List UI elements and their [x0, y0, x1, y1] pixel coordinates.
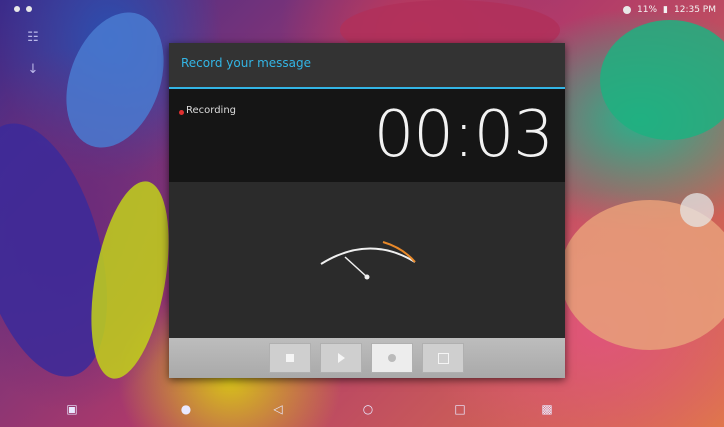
level-meter-panel [169, 182, 565, 338]
record-button[interactable] [371, 343, 413, 373]
record-message-dialog: Record your message Recording 00:03 [169, 43, 565, 378]
record-icon [388, 354, 396, 362]
notification-icons [14, 6, 32, 12]
navigation-bar: ▣ ● ◁ ○ □ ▩ [0, 393, 724, 427]
play-button[interactable] [320, 343, 362, 373]
list-icon [437, 352, 449, 364]
wallpaper-petal [48, 0, 182, 162]
volume-down-icon[interactable]: ● [178, 401, 194, 417]
notification-icon [26, 6, 32, 12]
desktop-widget-icon[interactable]: ☷ [26, 30, 40, 46]
wallpaper-petal [600, 20, 724, 140]
back-icon[interactable]: ◁ [270, 401, 286, 417]
dialog-title: Record your message [181, 56, 312, 70]
notification-icon [14, 6, 20, 12]
desktop-download-icon[interactable]: ↓ [26, 62, 40, 78]
play-icon [337, 353, 345, 363]
elapsed-timer: 00:03 [373, 98, 554, 172]
side-launcher-icon[interactable] [680, 193, 714, 227]
clock: 12:35 PM [674, 5, 716, 15]
stop-icon [286, 354, 294, 362]
recording-state-label: Recording [186, 105, 237, 116]
screenshot-icon[interactable]: ▣ [62, 401, 82, 417]
vu-meter-needle [344, 256, 368, 278]
recording-indicator-icon [179, 110, 184, 115]
battery-icon: ▮ [663, 5, 668, 15]
recorder-controls [169, 338, 565, 378]
recent-apps-icon[interactable]: □ [452, 401, 468, 417]
battery-level: 11% [637, 5, 658, 15]
status-bar: 11% ▮ 12:35 PM [0, 0, 724, 22]
stop-button[interactable] [269, 343, 311, 373]
system-tray: 11% ▮ 12:35 PM [623, 5, 716, 15]
timer-panel: Recording 00:03 [169, 89, 565, 182]
volume-up-icon[interactable]: ▩ [538, 401, 556, 417]
vu-meter-pivot [364, 274, 370, 280]
home-icon[interactable]: ○ [360, 401, 376, 417]
recordings-list-button[interactable] [422, 343, 464, 373]
vu-meter [320, 241, 416, 280]
wifi-icon [623, 6, 632, 14]
dialog-title-bar: Record your message [169, 43, 565, 89]
